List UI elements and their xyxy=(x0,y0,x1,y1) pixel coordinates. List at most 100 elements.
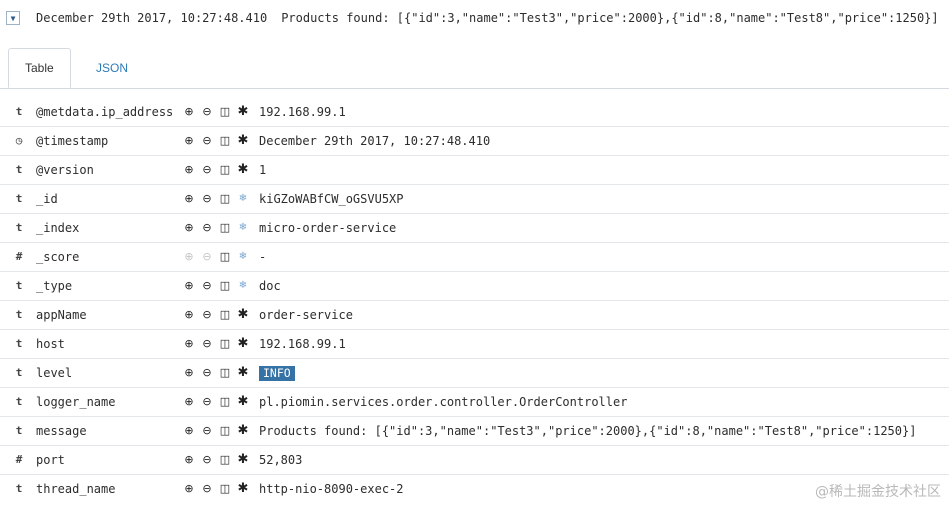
field-value: doc xyxy=(259,279,281,293)
zoom-in-icon[interactable]: ⊕ xyxy=(182,424,196,438)
caret-down-icon: ▼ xyxy=(10,13,16,23)
field-row: # port ⊕ ⊖ ◫ ✱ 52,803 xyxy=(0,446,949,475)
toggle-column-icon[interactable]: ◫ xyxy=(218,105,232,119)
snowflake-icon: ❄ xyxy=(238,280,248,291)
toggle-column-icon[interactable]: ◫ xyxy=(218,221,232,235)
string-type-icon: t xyxy=(15,221,23,234)
field-row: t thread_name ⊕ ⊖ ◫ ✱ http-nio-8090-exec-2 xyxy=(0,475,949,504)
zoom-out-icon: ⊖ xyxy=(202,250,212,263)
zoom-in-icon[interactable]: ⊕ xyxy=(182,482,196,496)
zoom-in-icon[interactable]: ⊕ xyxy=(182,366,196,380)
field-value: 192.168.99.1 xyxy=(259,337,346,351)
zoom-out-icon[interactable]: ⊖ xyxy=(200,134,214,148)
field-value: - xyxy=(259,250,267,264)
string-type-icon: t xyxy=(15,337,23,350)
field-actions: ⊕ ⊖ ◫ ❄ xyxy=(182,192,250,206)
asterisk-icon[interactable]: ✱ xyxy=(236,308,250,322)
zoom-out-icon[interactable]: ⊖ xyxy=(200,163,214,177)
zoom-out-icon[interactable]: ⊖ xyxy=(200,192,214,206)
collapse-button[interactable]: ▼ xyxy=(6,11,20,25)
field-actions: ⊕ ⊖ ◫ ✱ xyxy=(182,134,250,148)
asterisk-icon[interactable]: ✱ xyxy=(236,424,250,438)
tab-table[interactable]: Table xyxy=(8,48,71,88)
asterisk-icon[interactable]: ✱ xyxy=(236,395,250,409)
number-type-icon: # xyxy=(15,453,23,466)
string-type-icon: t xyxy=(15,424,23,437)
field-name: appName xyxy=(36,308,87,322)
zoom-out-icon[interactable]: ⊖ xyxy=(200,395,214,409)
field-actions: ⊕ ⊖ ◫ ✱ xyxy=(182,453,250,467)
zoom-out-icon[interactable]: ⊖ xyxy=(200,221,214,235)
summary-timestamp: December 29th 2017, 10:27:48.410 xyxy=(36,11,268,25)
field-value: order-service xyxy=(259,308,353,322)
asterisk-icon[interactable]: ✱ xyxy=(236,453,250,467)
zoom-out-icon[interactable]: ⊖ xyxy=(200,482,214,496)
field-actions: ⊕ ⊖ ◫ ✱ xyxy=(182,424,250,438)
snowflake-icon: ❄ xyxy=(238,222,248,233)
zoom-out-icon[interactable]: ⊖ xyxy=(200,279,214,293)
snowflake-icon: ❄ xyxy=(238,193,248,204)
field-name: _score xyxy=(36,250,80,264)
zoom-out-icon[interactable]: ⊖ xyxy=(200,308,214,322)
field-value: micro-order-service xyxy=(259,221,397,235)
asterisk-icon[interactable]: ✱ xyxy=(236,482,250,496)
tab-json[interactable]: JSON xyxy=(80,48,144,88)
toggle-column-icon[interactable]: ◫ xyxy=(218,366,232,380)
zoom-out-icon[interactable]: ⊖ xyxy=(200,453,214,467)
snowflake-icon: ❄ xyxy=(238,251,248,262)
zoom-in-icon[interactable]: ⊕ xyxy=(182,221,196,235)
field-name: _index xyxy=(36,221,80,235)
zoom-out-icon[interactable]: ⊖ xyxy=(200,366,214,380)
toggle-column-icon[interactable]: ◫ xyxy=(218,163,232,177)
asterisk-icon[interactable]: ✱ xyxy=(236,337,250,351)
string-type-icon: t xyxy=(15,308,23,321)
asterisk-icon[interactable]: ✱ xyxy=(236,163,250,177)
field-row: t _id ⊕ ⊖ ◫ ❄ kiGZoWABfCW_oGSVU5XP xyxy=(0,185,949,214)
string-type-icon: t xyxy=(15,395,23,408)
zoom-in-icon[interactable]: ⊕ xyxy=(182,279,196,293)
asterisk-icon[interactable]: ✱ xyxy=(236,105,250,119)
toggle-column-icon[interactable]: ◫ xyxy=(218,279,232,293)
field-row: t appName ⊕ ⊖ ◫ ✱ order-service xyxy=(0,301,949,330)
zoom-out-icon[interactable]: ⊖ xyxy=(200,337,214,351)
toggle-column-icon[interactable]: ◫ xyxy=(218,308,232,322)
string-type-icon: t xyxy=(15,192,23,205)
field-row: # _score ⊕ ⊖ ◫ ❄ - xyxy=(0,243,949,272)
toggle-column-icon[interactable]: ◫ xyxy=(218,453,232,467)
toggle-column-icon[interactable]: ◫ xyxy=(218,337,232,351)
zoom-in-icon[interactable]: ⊕ xyxy=(182,395,196,409)
toggle-column-icon[interactable]: ◫ xyxy=(218,134,232,148)
field-value: 1 xyxy=(259,163,267,177)
field-actions: ⊕ ⊖ ◫ ❄ xyxy=(182,221,250,235)
asterisk-icon[interactable]: ✱ xyxy=(236,366,250,380)
string-type-icon: t xyxy=(15,366,23,379)
field-name: host xyxy=(36,337,65,351)
toggle-column-icon[interactable]: ◫ xyxy=(218,192,232,206)
field-actions: ⊕ ⊖ ◫ ❄ xyxy=(182,250,250,264)
field-value: 192.168.99.1 xyxy=(259,105,346,119)
field-value: pl.piomin.services.order.controller.Orde… xyxy=(259,395,628,409)
level-badge: INFO xyxy=(259,366,295,381)
zoom-in-icon[interactable]: ⊕ xyxy=(182,105,196,119)
zoom-in-icon[interactable]: ⊕ xyxy=(182,134,196,148)
string-type-icon: t xyxy=(15,279,23,292)
asterisk-icon[interactable]: ✱ xyxy=(236,134,250,148)
field-actions: ⊕ ⊖ ◫ ✱ xyxy=(182,395,250,409)
zoom-in-icon[interactable]: ⊕ xyxy=(182,337,196,351)
field-name: thread_name xyxy=(36,482,116,496)
field-name: _type xyxy=(36,279,73,293)
field-row: t message ⊕ ⊖ ◫ ✱ Products found: [{"id":3,"na… xyxy=(0,417,949,446)
zoom-in-icon[interactable]: ⊕ xyxy=(182,308,196,322)
field-value: kiGZoWABfCW_oGSVU5XP xyxy=(259,192,404,206)
zoom-in-icon[interactable]: ⊕ xyxy=(182,453,196,467)
zoom-in-icon[interactable]: ⊕ xyxy=(182,163,196,177)
zoom-out-icon[interactable]: ⊖ xyxy=(200,424,214,438)
zoom-out-icon[interactable]: ⊖ xyxy=(200,105,214,119)
number-type-icon: # xyxy=(15,250,23,263)
toggle-column-icon[interactable]: ◫ xyxy=(218,395,232,409)
field-name: message xyxy=(36,424,87,438)
zoom-in-icon[interactable]: ⊕ xyxy=(182,192,196,206)
toggle-column-icon[interactable]: ◫ xyxy=(218,250,232,264)
toggle-column-icon[interactable]: ◫ xyxy=(218,482,232,496)
toggle-column-icon[interactable]: ◫ xyxy=(218,424,232,438)
